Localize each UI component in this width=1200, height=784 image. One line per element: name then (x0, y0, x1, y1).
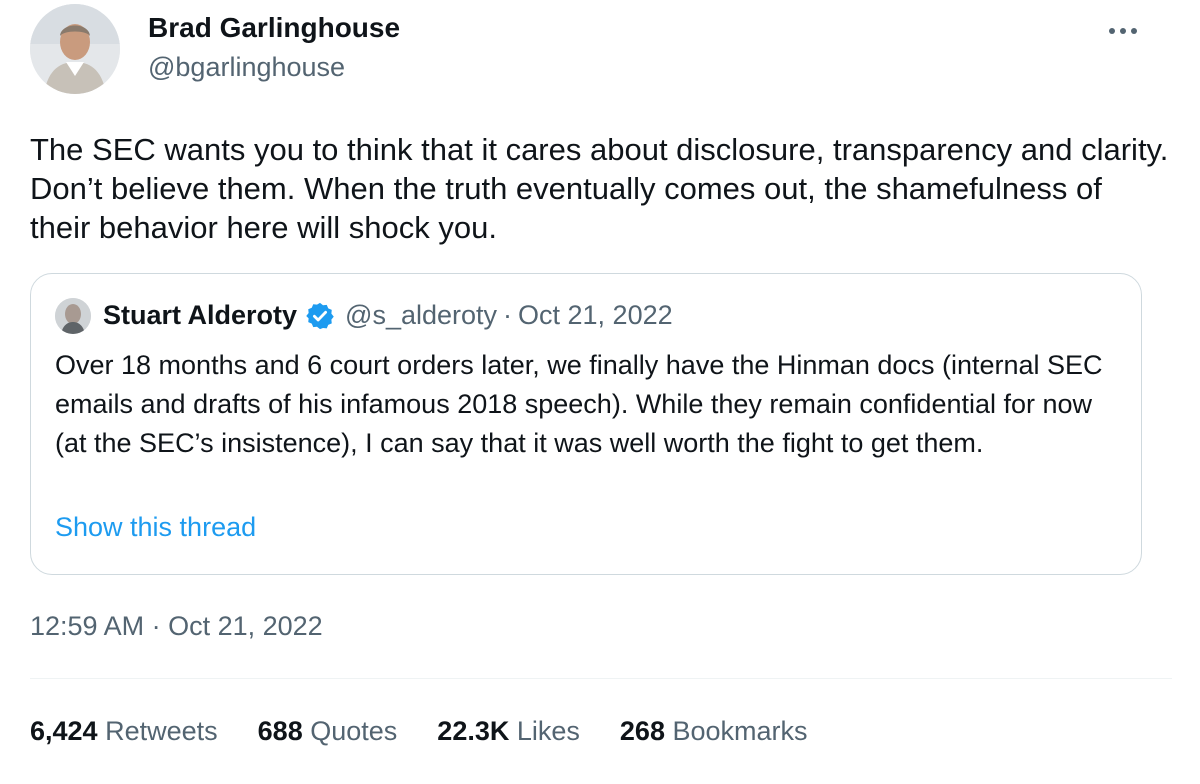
verified-badge-icon (305, 301, 335, 331)
author-name[interactable]: Brad Garlinghouse (148, 12, 400, 44)
more-options-button[interactable] (1100, 14, 1146, 48)
stat-label: Likes (516, 716, 580, 746)
author-avatar[interactable] (30, 4, 120, 94)
quoted-author-avatar[interactable] (55, 298, 91, 334)
stat-value: 688 (257, 716, 303, 746)
stat-value: 6,424 (30, 716, 98, 746)
stat-quotes[interactable]: 688 Quotes (258, 716, 398, 747)
divider (30, 678, 1172, 679)
engagement-stats: 6,424 Retweets 688 Quotes 22.3K Likes 26… (30, 716, 808, 747)
more-horizontal-icon (1109, 28, 1137, 34)
quoted-avatar-image (55, 298, 91, 334)
quoted-text: Over 18 months and 6 court orders later,… (55, 350, 1103, 458)
stat-retweets[interactable]: 6,424 Retweets (30, 716, 218, 747)
stat-likes[interactable]: 22.3K Likes (437, 716, 580, 747)
quoted-tweet[interactable]: Stuart Alderoty @s_alderoty · Oct 21, 20… (30, 273, 1142, 575)
author-avatar-image (30, 4, 120, 94)
stat-bookmarks[interactable]: 268 Bookmarks (620, 716, 808, 747)
stat-label: Bookmarks (672, 716, 808, 746)
tweet-timestamp[interactable]: 12:59 AM · Oct 21, 2022 (30, 611, 323, 642)
tweet-text: The SEC wants you to think that it cares… (30, 132, 1169, 245)
quoted-header: Stuart Alderoty @s_alderoty · Oct 21, 20… (103, 300, 673, 331)
author-handle[interactable]: @bgarlinghouse (148, 52, 345, 83)
quoted-separator: · (503, 300, 513, 330)
quoted-author-name[interactable]: Stuart Alderoty (103, 300, 297, 331)
show-thread-link[interactable]: Show this thread (55, 512, 256, 543)
stat-label: Quotes (310, 716, 398, 746)
stat-value: 22.3K (437, 716, 510, 746)
stat-value: 268 (619, 716, 665, 746)
quoted-author-handle[interactable]: @s_alderoty (345, 300, 497, 331)
stat-label: Retweets (105, 716, 218, 746)
quoted-date[interactable]: Oct 21, 2022 (518, 300, 673, 331)
